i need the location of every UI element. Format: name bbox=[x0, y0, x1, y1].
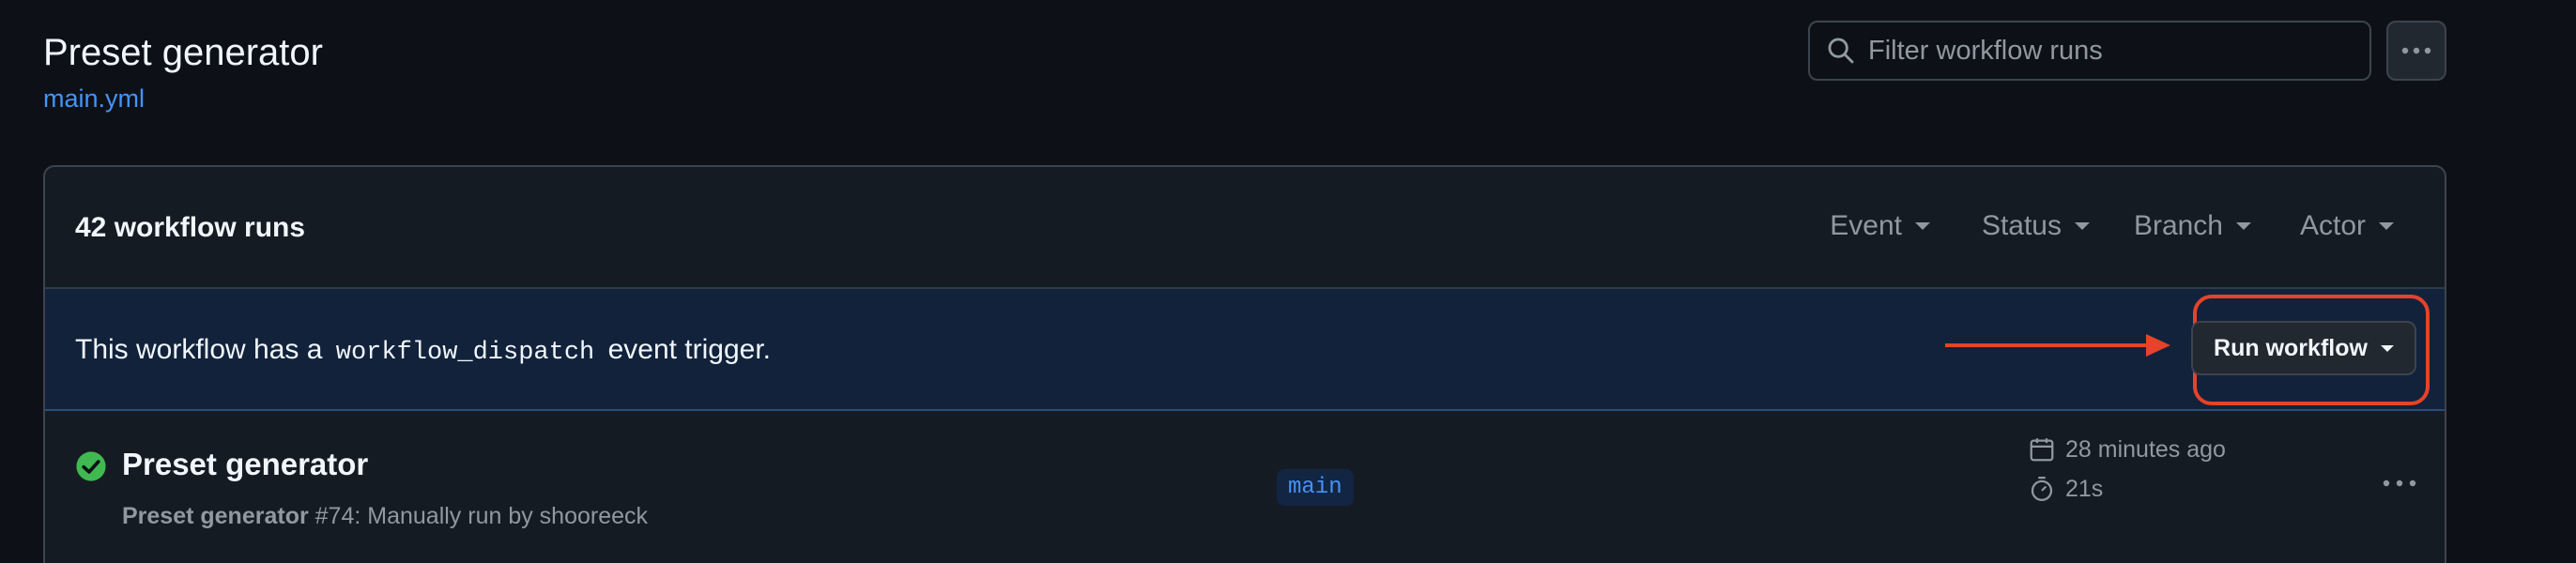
filter-status-dropdown[interactable]: Status bbox=[1982, 210, 2090, 242]
check-circle-icon bbox=[76, 451, 106, 481]
filter-branch-dropdown[interactable]: Branch bbox=[2134, 210, 2251, 242]
page-title: Preset generator bbox=[43, 32, 323, 73]
workflow-runs-panel: 42 workflow runs Event Status Branch Act… bbox=[43, 165, 2446, 563]
dispatch-message: This workflow has a workflow_dispatch ev… bbox=[75, 334, 771, 367]
run-title-link[interactable]: Preset generator bbox=[122, 447, 368, 482]
workflow-file-link[interactable]: main.yml bbox=[43, 84, 145, 114]
run-duration-value: 21s bbox=[2065, 475, 2104, 502]
dispatch-text-after: event trigger. bbox=[607, 334, 772, 365]
more-options-button[interactable] bbox=[2386, 21, 2446, 81]
annotation-arrow-icon bbox=[1945, 334, 2170, 357]
caret-down-icon bbox=[2075, 222, 2090, 230]
filter-event-label: Event bbox=[1830, 210, 1902, 241]
dispatch-text-before: This workflow has a bbox=[75, 334, 323, 365]
caret-down-icon bbox=[2380, 344, 2394, 352]
filter-search-box[interactable] bbox=[1808, 21, 2371, 81]
run-options-icon[interactable] bbox=[2377, 469, 2422, 497]
calendar-icon bbox=[2030, 438, 2054, 462]
search-icon bbox=[1828, 38, 1854, 64]
caret-down-icon bbox=[1915, 222, 1930, 230]
run-meta: Preset generator #74: Manually run by sh… bbox=[122, 503, 648, 530]
runs-count: 42 workflow runs bbox=[75, 212, 306, 243]
filter-status-label: Status bbox=[1981, 210, 2062, 241]
run-meta-detail: #74: Manually run by shooreeck bbox=[314, 503, 649, 529]
run-time-ago: 28 minutes ago bbox=[2065, 435, 2226, 463]
filter-actor-dropdown[interactable]: Actor bbox=[2300, 210, 2394, 242]
workflow-dispatch-banner: This workflow has a workflow_dispatch ev… bbox=[45, 289, 2445, 411]
caret-down-icon bbox=[2379, 222, 2394, 230]
runs-panel-header: 42 workflow runs Event Status Branch Act… bbox=[45, 167, 2445, 289]
run-meta-workflow: Preset generator bbox=[122, 503, 309, 529]
kebab-horizontal-icon bbox=[2401, 47, 2431, 54]
filter-branch-label: Branch bbox=[2133, 210, 2223, 241]
branch-badge[interactable]: main bbox=[1277, 469, 1354, 506]
stopwatch-icon bbox=[2031, 477, 2053, 501]
caret-down-icon bbox=[2236, 222, 2251, 230]
dispatch-event-code: workflow_dispatch bbox=[335, 339, 595, 367]
run-duration: 21s bbox=[2028, 475, 2103, 503]
run-timestamp: 28 minutes ago bbox=[2028, 435, 2226, 464]
filter-actor-label: Actor bbox=[2299, 210, 2366, 241]
filter-runs-input[interactable] bbox=[1868, 23, 2369, 79]
run-workflow-button[interactable]: Run workflow bbox=[2191, 321, 2416, 375]
filter-event-dropdown[interactable]: Event bbox=[1830, 210, 1930, 242]
workflow-run-row[interactable]: Preset generator Preset generator #74: M… bbox=[45, 413, 2445, 563]
run-workflow-label: Run workflow bbox=[2214, 334, 2368, 361]
